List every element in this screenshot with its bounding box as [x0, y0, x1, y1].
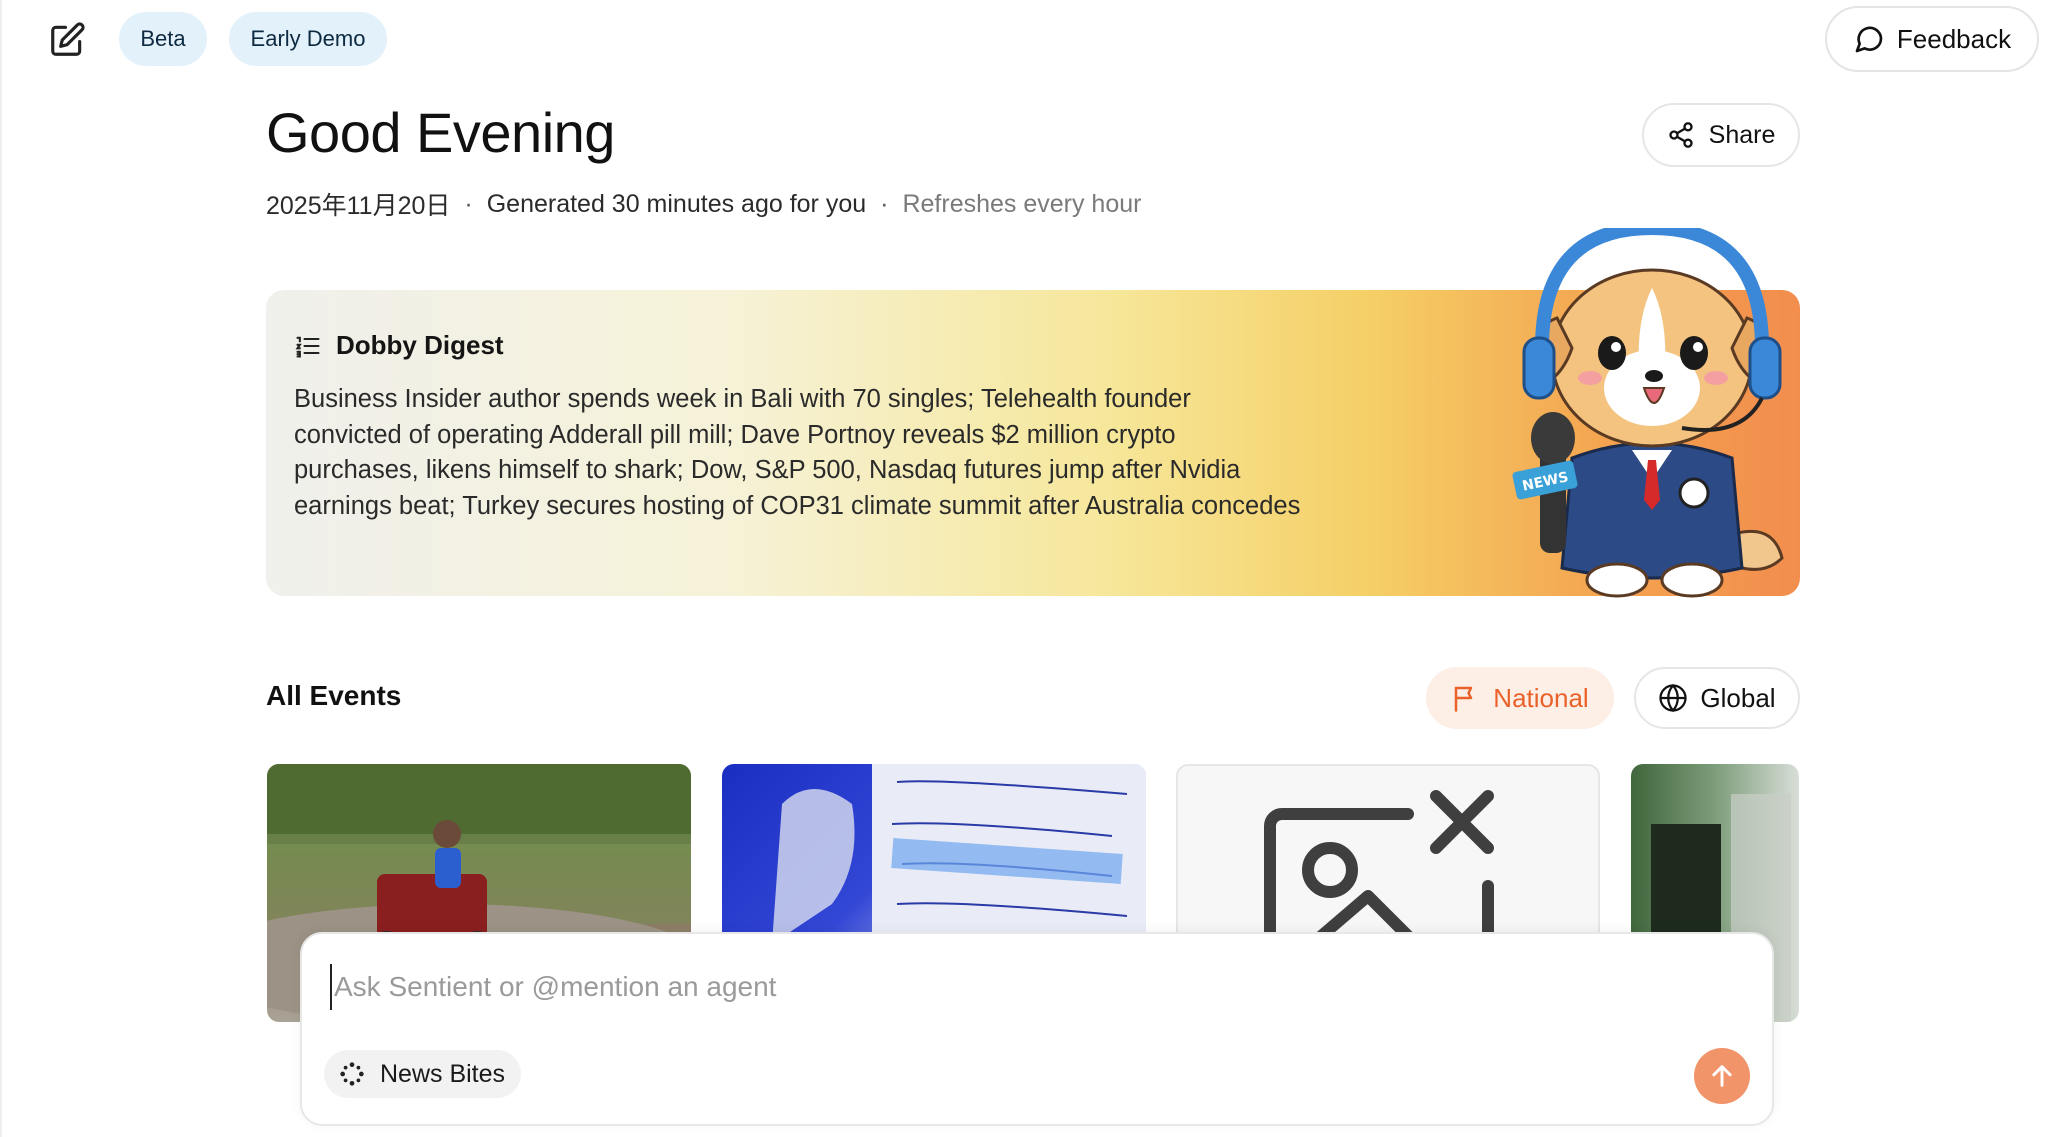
flag-icon [1455, 686, 1473, 712]
tab-national[interactable]: National [1426, 667, 1614, 729]
page-meta: 2025年11月20日 · Generated 30 minutes ago f… [266, 186, 1141, 222]
arrow-up-icon [1712, 1065, 1732, 1087]
refresh-text: Refreshes every hour [902, 189, 1142, 218]
news-bites-chip[interactable]: News Bites [324, 1050, 522, 1098]
tab-global[interactable]: Global [1634, 667, 1800, 729]
ask-input[interactable] [330, 964, 1530, 1010]
tab-national-label: National [1493, 682, 1589, 713]
date-text: 2025年11月20日 [266, 192, 451, 220]
digest-title: Dobby Digest [336, 330, 504, 360]
numbered-list-icon [295, 336, 320, 358]
dog-news-reporter-mascot: NEWS [1512, 228, 1784, 598]
globe-icon [1659, 683, 1688, 713]
sparkle-dots-icon [340, 1062, 364, 1086]
chat-composer: News Bites [300, 932, 1774, 1126]
digest-header: Dobby Digest [294, 330, 504, 361]
beta-badge: Beta [119, 12, 207, 66]
chat-bubble-icon [1855, 26, 1883, 53]
send-button[interactable] [1694, 1048, 1750, 1104]
share-button[interactable]: Share [1642, 103, 1800, 167]
separator-dot: · [880, 189, 889, 218]
share-nodes-icon [1668, 122, 1693, 148]
digest-summary: Business Insider author spends week in B… [294, 385, 1301, 520]
page: Beta Early Demo Feedback Good Evening 20… [0, 0, 2048, 1137]
share-label: Share [1708, 120, 1776, 149]
edit-square-icon[interactable] [48, 21, 86, 59]
tab-global-label: Global [1700, 682, 1776, 713]
news-bites-label: News Bites [380, 1059, 506, 1088]
page-title: Good Evening [266, 101, 615, 164]
early-demo-badge: Early Demo [229, 12, 387, 66]
feedback-label: Feedback [1896, 23, 2012, 54]
separator-dot: · [464, 189, 473, 218]
section-title: All Events [266, 680, 402, 711]
feedback-button[interactable]: Feedback [1825, 6, 2039, 72]
generated-text: Generated 30 minutes ago for you [486, 189, 867, 218]
